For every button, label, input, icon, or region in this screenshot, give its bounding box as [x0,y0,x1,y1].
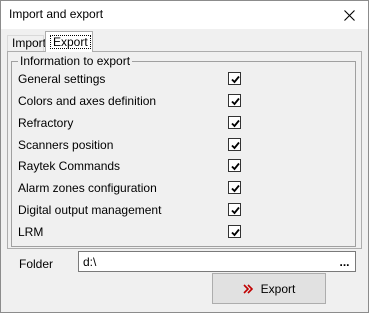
folder-label: Folder [19,257,54,271]
folder-field[interactable]: d:\ ... [78,251,356,272]
close-button[interactable] [330,1,368,29]
export-button[interactable]: Export [212,273,326,304]
folder-value: d:\ [83,255,97,269]
item-label: Digital output management [18,203,162,217]
refractory-checkbox[interactable] [228,116,241,129]
checkmark-icon [231,184,240,193]
browse-button[interactable]: ... [336,254,353,269]
checkmark-icon [231,97,240,106]
lrm-checkbox[interactable] [228,225,241,238]
export-tab-panel: Information to export General settings C… [7,51,362,249]
item-label: General settings [18,72,106,86]
scanners-position-checkbox[interactable] [228,138,241,151]
colors-axes-checkbox[interactable] [228,94,241,107]
tab-import[interactable]: Import [7,35,47,51]
import-export-dialog: Import and export Import Export Informat… [0,0,369,313]
checkmark-icon [231,206,240,215]
checkmark-icon [231,119,240,128]
tab-export[interactable]: Export [45,31,93,52]
list-item: LRM [18,223,348,241]
digital-output-checkbox[interactable] [228,203,241,216]
alarm-zones-checkbox[interactable] [228,181,241,194]
info-to-export-group: Information to export General settings C… [11,54,356,247]
item-label: Alarm zones configuration [18,181,157,195]
list-item: Alarm zones configuration [18,179,348,197]
checkmark-icon [231,162,240,171]
item-label: Scanners position [18,138,114,152]
list-item: Refractory [18,114,348,132]
item-label: LRM [18,225,44,239]
title-bar: Import and export [1,1,368,29]
raytek-commands-checkbox[interactable] [228,159,241,172]
list-item: Raytek Commands [18,157,348,175]
item-label: Colors and axes definition [18,94,157,108]
list-item: General settings [18,70,348,88]
window-title: Import and export [9,7,104,21]
double-chevron-right-icon [243,283,253,294]
tab-export-label: Export [50,35,91,49]
tab-import-label: Import [12,36,47,50]
list-item: Colors and axes definition [18,92,348,110]
checkmark-icon [231,141,240,150]
export-button-label: Export [260,281,296,296]
item-label: Raytek Commands [18,159,121,173]
checkmark-icon [231,228,240,237]
close-icon [343,9,355,21]
checkmark-icon [231,75,240,84]
general-settings-checkbox[interactable] [228,72,241,85]
list-item: Scanners position [18,136,348,154]
item-label: Refractory [18,116,74,130]
list-item: Digital output management [18,201,348,219]
group-caption: Information to export [18,54,133,68]
